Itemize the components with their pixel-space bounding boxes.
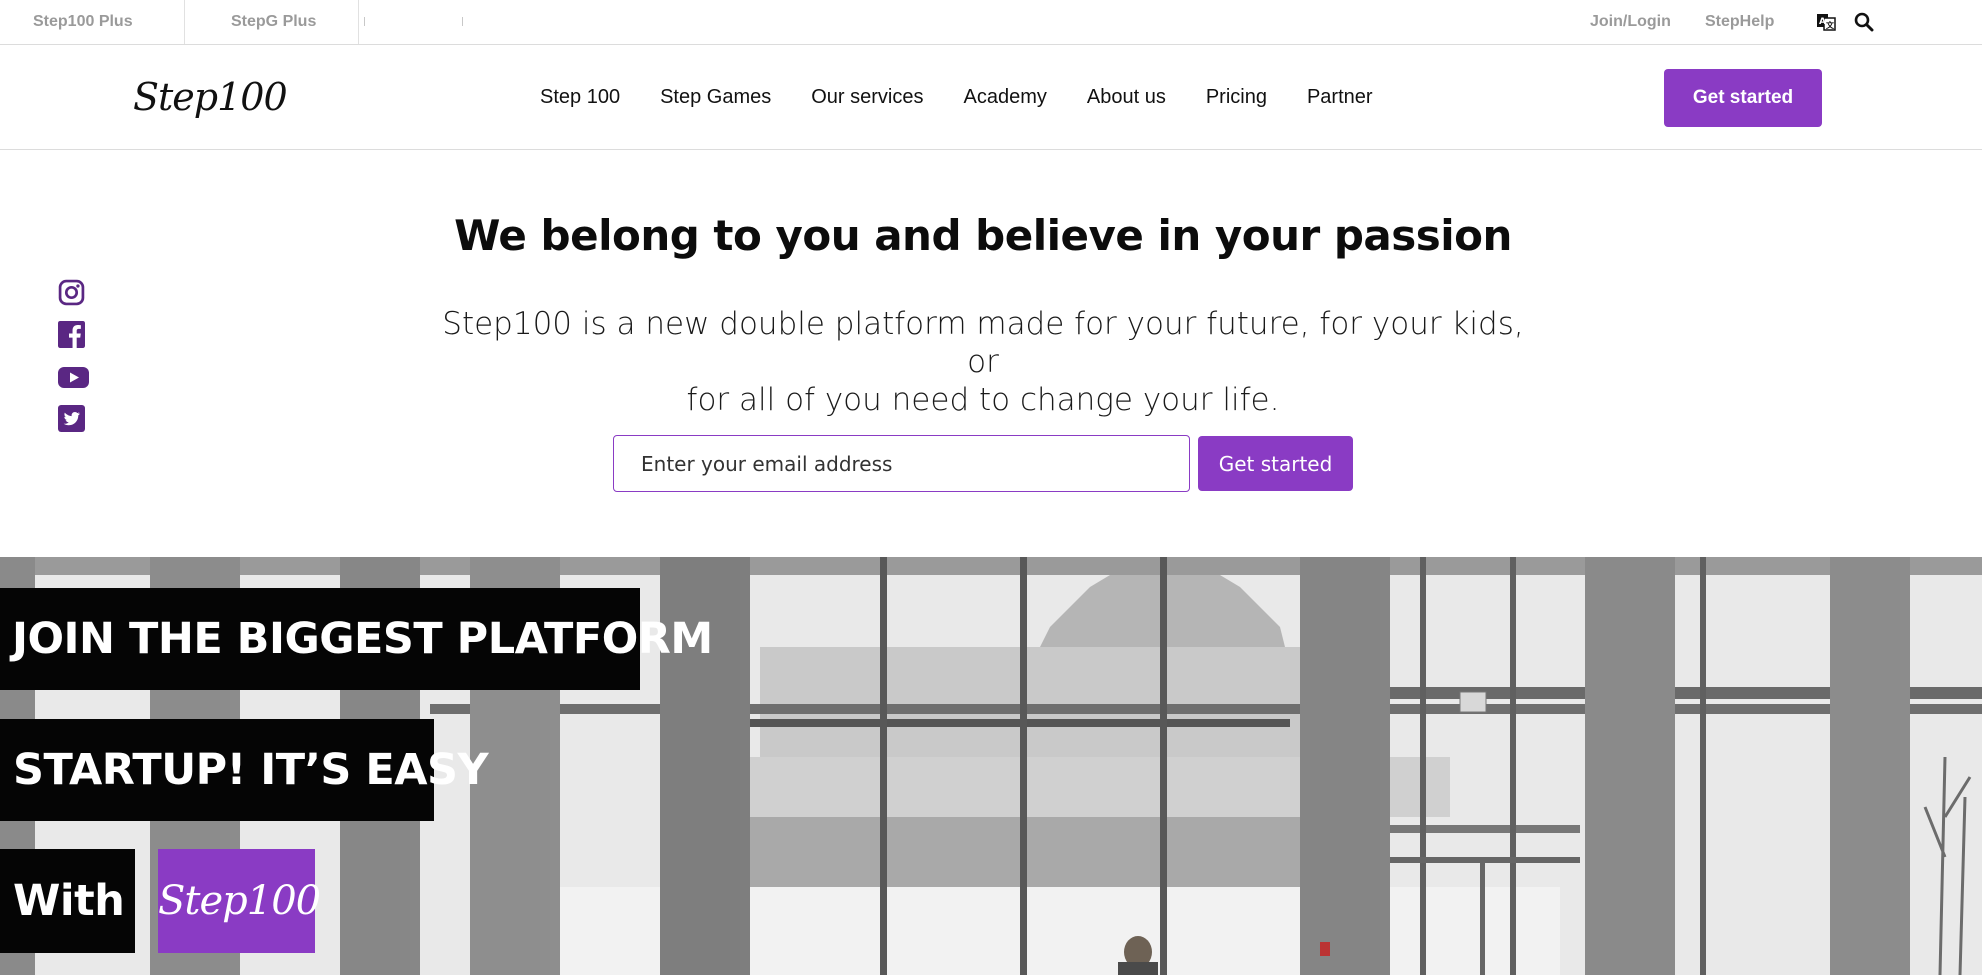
instagram-icon[interactable] — [58, 279, 85, 311]
svg-text:A: A — [1819, 17, 1826, 27]
hero-get-started-button[interactable]: Get started — [1198, 436, 1353, 491]
banner-logo: Step100 — [158, 849, 321, 953]
nav-links: Step 100 Step Games Our services Academy… — [540, 45, 1413, 149]
topbar-divider — [462, 17, 463, 26]
translate-icon[interactable]: A 文 — [1816, 12, 1836, 32]
nav-link-our-services[interactable]: Our services — [811, 86, 923, 109]
topbar-divider — [358, 0, 359, 44]
nav-link-pricing[interactable]: Pricing — [1206, 86, 1267, 109]
main-nav: Step100 Step 100 Step Games Our services… — [0, 45, 1982, 150]
utility-bar: Step100 Plus StepG Plus Join/Login StepH… — [0, 0, 1982, 45]
facebook-icon[interactable] — [58, 321, 85, 353]
topbar-link-step100-plus[interactable]: Step100 Plus — [33, 0, 133, 44]
nav-link-academy[interactable]: Academy — [964, 86, 1047, 109]
hero-subtitle-line-2: for all of you need to change your life. — [686, 382, 1280, 418]
topbar-divider — [364, 17, 365, 26]
nav-link-step-games[interactable]: Step Games — [660, 86, 771, 109]
hero-subtitle: Step100 is a new double platform made fo… — [440, 305, 1526, 419]
nav-link-partner[interactable]: Partner — [1307, 86, 1373, 109]
search-icon[interactable] — [1854, 12, 1874, 32]
youtube-icon[interactable] — [58, 364, 89, 396]
topbar-link-stepg-plus[interactable]: StepG Plus — [231, 0, 316, 44]
stephelp-link[interactable]: StepHelp — [1705, 0, 1774, 44]
svg-text:文: 文 — [1826, 20, 1835, 30]
hero-subtitle-line-1: Step100 is a new double platform made fo… — [442, 306, 1524, 380]
hero-title: We belong to you and believe in your pas… — [454, 211, 1512, 260]
nav-link-about-us[interactable]: About us — [1087, 86, 1166, 109]
banner-line-1: JOIN THE BIGGEST PLATFORM — [0, 588, 713, 690]
nav-get-started-button[interactable]: Get started — [1664, 69, 1822, 127]
nav-link-step-100[interactable]: Step 100 — [540, 86, 620, 109]
site-logo[interactable]: Step100 — [133, 75, 288, 119]
banner-line-3: With — [0, 849, 135, 953]
twitter-icon[interactable] — [58, 405, 85, 437]
topbar-divider — [184, 0, 185, 44]
join-login-link[interactable]: Join/Login — [1590, 0, 1671, 44]
banner-line-2: STARTUP! IT’S EASY — [0, 719, 489, 821]
email-input[interactable] — [613, 435, 1190, 492]
